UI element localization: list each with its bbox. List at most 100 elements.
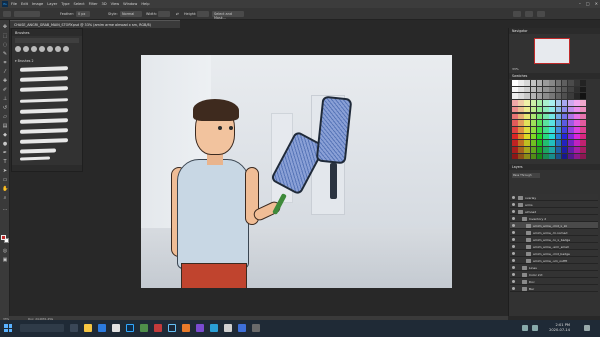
swatch-chip[interactable] bbox=[580, 147, 586, 153]
menu-filter[interactable]: Filter bbox=[89, 2, 98, 6]
foreground-color-swatch[interactable] bbox=[1, 235, 6, 240]
more-tools-icon[interactable]: … bbox=[2, 206, 8, 212]
layer-row[interactable]: Doc bbox=[510, 278, 598, 285]
swatch-chip[interactable] bbox=[567, 86, 574, 93]
swatch-chip[interactable] bbox=[567, 153, 574, 160]
swatch-chip[interactable] bbox=[530, 100, 537, 106]
swatch-chip[interactable] bbox=[512, 113, 518, 120]
swatch-chip[interactable] bbox=[518, 100, 524, 106]
swatch-chip[interactable] bbox=[518, 80, 524, 86]
swatch-chip[interactable] bbox=[530, 120, 537, 126]
swatch-chip[interactable] bbox=[580, 100, 586, 106]
visibility-eye-icon[interactable] bbox=[512, 266, 515, 269]
menu-edit[interactable]: Edit bbox=[21, 2, 28, 6]
swatch-chip[interactable] bbox=[543, 100, 549, 106]
layer-row[interactable]: amim_arme_.mid_badge bbox=[510, 250, 598, 257]
menu-3d[interactable]: 3D bbox=[102, 2, 107, 6]
swatch-chip[interactable] bbox=[524, 133, 531, 140]
photoshop-taskbar-icon[interactable] bbox=[126, 324, 134, 332]
brush-stroke-preview[interactable] bbox=[20, 86, 68, 92]
swatch-chip[interactable] bbox=[524, 86, 531, 93]
swatch-chip[interactable] bbox=[561, 153, 568, 160]
brush-group-label[interactable]: ▾ Brushes 2 bbox=[15, 59, 34, 63]
marquee-icon[interactable]: ⬚ bbox=[2, 33, 8, 39]
swatch-chip[interactable] bbox=[512, 93, 518, 99]
quick-mask-icon[interactable]: ◎ bbox=[2, 248, 8, 254]
swatch-chip[interactable] bbox=[536, 133, 543, 140]
maximize-icon[interactable]: □ bbox=[586, 1, 590, 6]
swatch-chip[interactable] bbox=[574, 133, 580, 140]
layer-row[interactable]: amim_arme_.mid_x_lol bbox=[510, 222, 598, 229]
brush-stroke-preview[interactable] bbox=[20, 118, 68, 124]
swatch-chip[interactable] bbox=[580, 153, 586, 160]
height-input[interactable] bbox=[197, 11, 209, 17]
swatch-chip[interactable] bbox=[574, 86, 580, 93]
swatch-chip[interactable] bbox=[574, 93, 580, 99]
swatch-chip[interactable] bbox=[524, 106, 531, 113]
swatch-chip[interactable] bbox=[518, 86, 524, 93]
app-taskbar-icon[interactable] bbox=[196, 324, 204, 332]
history-brush-icon[interactable]: ↺ bbox=[2, 105, 8, 111]
swatch-chip[interactable] bbox=[555, 113, 562, 120]
swatch-chip[interactable] bbox=[524, 100, 531, 106]
swatch-chip[interactable] bbox=[536, 120, 543, 126]
healing-icon[interactable]: ✚ bbox=[2, 78, 8, 84]
swatch-chip[interactable] bbox=[543, 133, 549, 140]
swatch-chip[interactable] bbox=[524, 140, 531, 146]
swatch-chip[interactable] bbox=[561, 86, 568, 93]
app-taskbar-icon[interactable] bbox=[238, 324, 246, 332]
menu-type[interactable]: Type bbox=[61, 2, 69, 6]
swatch-chip[interactable] bbox=[536, 80, 543, 86]
swatch-chip[interactable] bbox=[561, 100, 568, 106]
swatch-chip[interactable] bbox=[561, 106, 568, 113]
swatch-chip[interactable] bbox=[536, 93, 543, 99]
visibility-eye-icon[interactable] bbox=[512, 259, 515, 262]
swatch-chip[interactable] bbox=[524, 127, 531, 133]
app-taskbar-icon[interactable] bbox=[140, 324, 148, 332]
pen-icon[interactable]: ✒ bbox=[2, 150, 8, 156]
brush-tip[interactable] bbox=[31, 46, 37, 52]
swatch-chip[interactable] bbox=[512, 140, 518, 146]
swatches-grid[interactable] bbox=[512, 80, 586, 160]
app-taskbar-icon[interactable] bbox=[154, 324, 162, 332]
swatch-chip[interactable] bbox=[530, 153, 537, 160]
app-taskbar-icon[interactable] bbox=[210, 324, 218, 332]
swatch-chip[interactable] bbox=[580, 113, 586, 120]
swatch-chip[interactable] bbox=[549, 147, 555, 153]
visibility-eye-icon[interactable] bbox=[512, 231, 515, 234]
swatch-chip[interactable] bbox=[574, 127, 580, 133]
swatch-chip[interactable] bbox=[580, 133, 586, 140]
menu-help[interactable]: Help bbox=[141, 2, 149, 6]
menu-layer[interactable]: Layer bbox=[47, 2, 57, 6]
swatch-chip[interactable] bbox=[512, 80, 518, 86]
layer-row[interactable]: Bar bbox=[510, 285, 598, 292]
swatch-chip[interactable] bbox=[549, 140, 555, 146]
swatch-chip[interactable] bbox=[567, 106, 574, 113]
swatch-chip[interactable] bbox=[512, 133, 518, 140]
swatch-chip[interactable] bbox=[543, 127, 549, 133]
visibility-eye-icon[interactable] bbox=[512, 203, 515, 206]
swatch-chip[interactable] bbox=[549, 80, 555, 86]
layer-row[interactable]: overlay bbox=[510, 194, 598, 201]
brush-size-slider[interactable] bbox=[15, 38, 79, 43]
swatch-chip[interactable] bbox=[567, 140, 574, 146]
task-view-icon[interactable] bbox=[70, 324, 78, 332]
select-and-mask-button[interactable]: Select and Mask... bbox=[212, 11, 244, 20]
layer-row[interactable]: amim_arme_.hi.nomad bbox=[510, 229, 598, 236]
swatch-chip[interactable] bbox=[530, 80, 537, 86]
swatch-chip[interactable] bbox=[555, 127, 562, 133]
visibility-eye-icon[interactable] bbox=[512, 238, 515, 241]
brush-stroke-preview[interactable] bbox=[20, 148, 56, 154]
swatch-chip[interactable] bbox=[555, 100, 562, 106]
swatch-chip[interactable] bbox=[518, 113, 524, 120]
layer-row[interactable]: Color 2ct bbox=[510, 271, 598, 278]
minimize-icon[interactable]: – bbox=[579, 1, 581, 6]
move-icon[interactable]: ✥ bbox=[2, 24, 8, 30]
workspace-icon[interactable] bbox=[525, 11, 533, 17]
steam-icon[interactable] bbox=[168, 324, 176, 332]
swatch-chip[interactable] bbox=[524, 147, 531, 153]
lasso-icon[interactable]: ◌ bbox=[2, 42, 8, 48]
swatch-chip[interactable] bbox=[518, 93, 524, 99]
swatch-chip[interactable] bbox=[561, 120, 568, 126]
width-input[interactable] bbox=[158, 11, 170, 17]
